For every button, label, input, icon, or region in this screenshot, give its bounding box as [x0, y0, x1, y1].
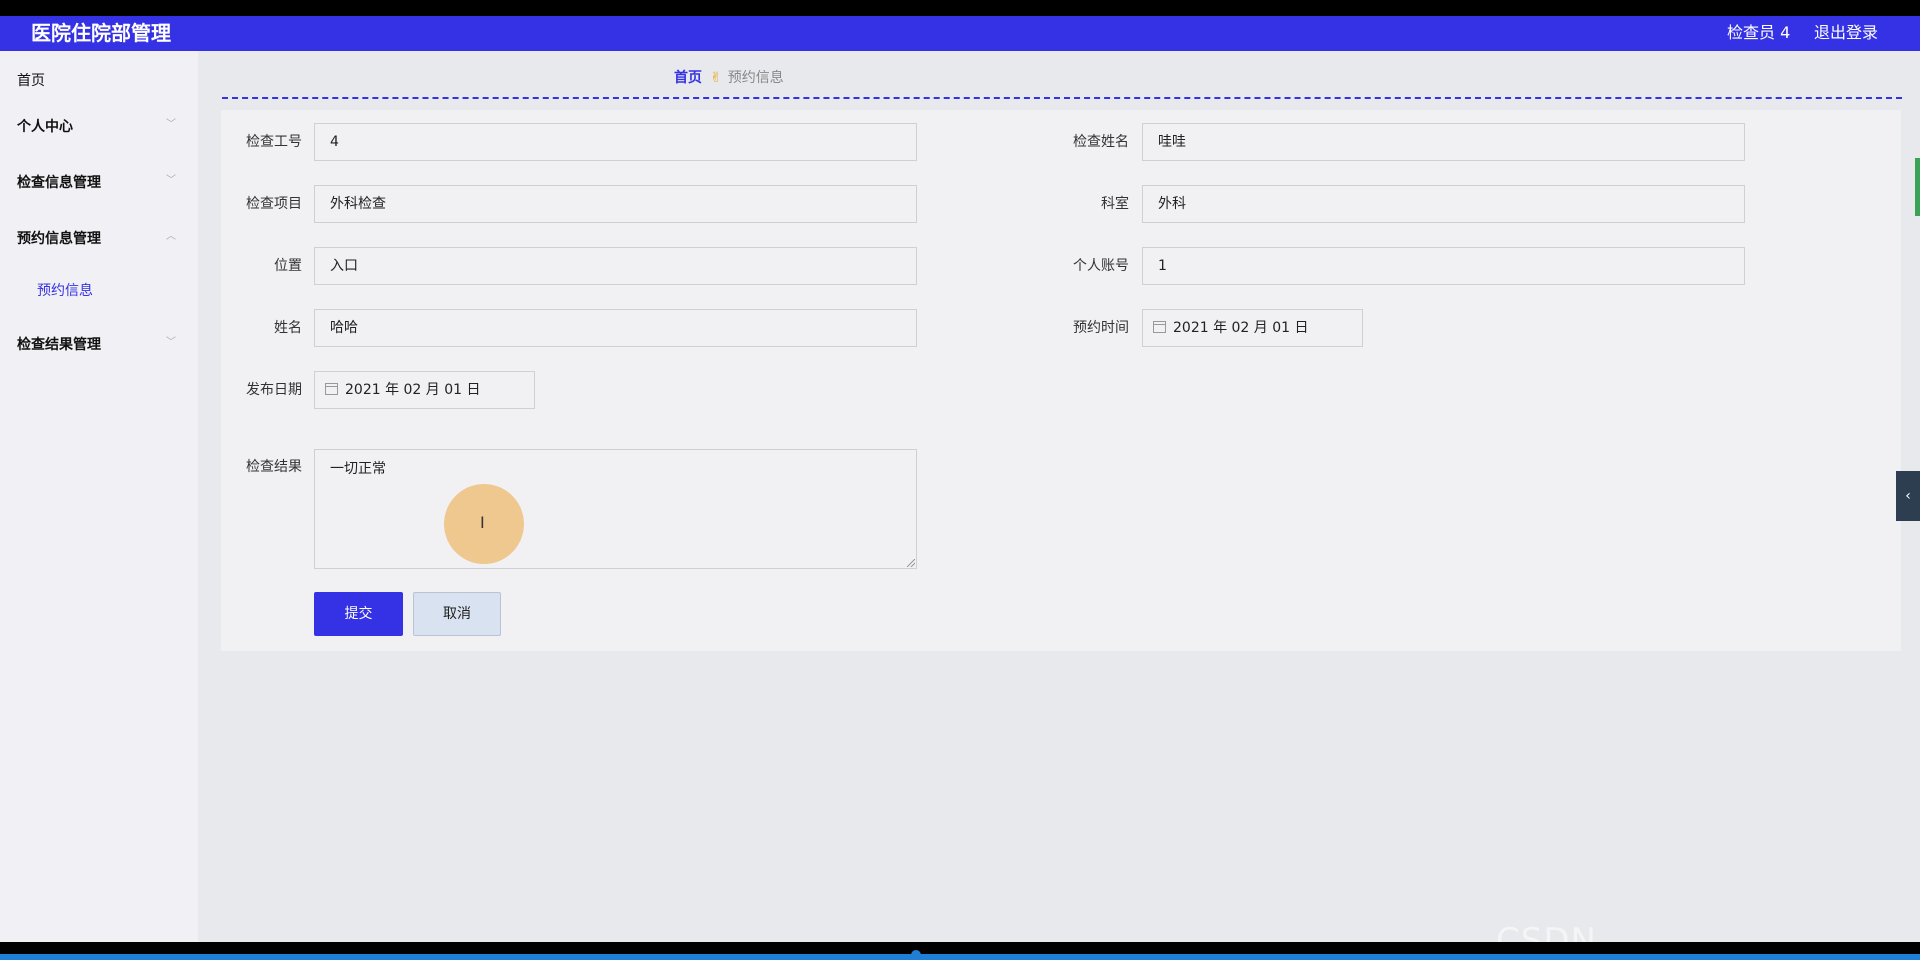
appointment-time-picker[interactable]: 2021 年 02 月 01 日 — [1142, 309, 1363, 347]
calendar-icon — [325, 383, 338, 395]
side-indicator — [1915, 158, 1920, 216]
label-location: 位置 — [274, 258, 302, 274]
check-id-field[interactable]: 4 — [314, 123, 917, 161]
top-bar: 医院住院部管理 检查员 4 退出登录 — [0, 16, 1920, 51]
breadcrumb-home[interactable]: 首页 — [674, 70, 702, 86]
collapse-panel-button[interactable]: ‹ — [1896, 471, 1920, 521]
label-check-name: 检查姓名 — [1073, 134, 1129, 150]
check-name-field[interactable]: 哇哇 — [1142, 123, 1745, 161]
sidebar-item-personal-center[interactable]: 个人中心 — [17, 117, 73, 137]
label-publish-date: 发布日期 — [246, 382, 302, 398]
sidebar-item-check-info[interactable]: 检查信息管理 — [17, 173, 101, 193]
watermark: CSDN @nodejava666666 — [1496, 921, 1597, 942]
label-name: 姓名 — [274, 320, 302, 336]
chevron-down-icon: ﹀ — [166, 337, 176, 348]
account-field[interactable]: 1 — [1142, 247, 1745, 285]
label-result: 检查结果 — [246, 459, 302, 475]
calendar-icon — [1153, 321, 1166, 333]
chevron-down-icon: ﹀ — [166, 119, 176, 130]
label-department: 科室 — [1101, 196, 1129, 212]
location-field[interactable]: 入口 — [314, 247, 917, 285]
submit-button[interactable]: 提交 — [314, 592, 403, 636]
publish-date-value: 2021 年 02 月 01 日 — [345, 382, 481, 398]
divider — [222, 97, 1902, 99]
appointment-time-value: 2021 年 02 月 01 日 — [1173, 320, 1309, 336]
label-check-item: 检查项目 — [246, 196, 302, 212]
sidebar-subitem-appointment[interactable]: 预约信息 — [37, 281, 93, 301]
video-progress-bar[interactable] — [0, 954, 1920, 960]
chevron-up-icon: ︿ — [166, 231, 176, 242]
sidebar-item-home[interactable]: 首页 — [17, 71, 45, 91]
text-cursor-icon: I — [480, 513, 485, 532]
sidebar-item-check-result[interactable]: 检查结果管理 — [17, 335, 101, 355]
label-check-id: 检查工号 — [246, 134, 302, 150]
result-textarea[interactable]: 一切正常 — [314, 449, 917, 569]
check-item-field[interactable]: 外科检查 — [314, 185, 917, 223]
result-text: 一切正常 — [330, 461, 386, 477]
name-field[interactable]: 哈哈 — [314, 309, 917, 347]
label-account: 个人账号 — [1073, 258, 1129, 274]
sidebar: 首页 个人中心 ﹀ 检查信息管理 ﹀ 预约信息管理 ︿ 预约信息 检查结果管理 … — [0, 51, 198, 942]
cancel-button[interactable]: 取消 — [413, 592, 501, 636]
label-appointment-time: 预约时间 — [1073, 320, 1129, 336]
chevron-down-icon: ﹀ — [166, 175, 176, 186]
hand-icon: ✌ — [710, 70, 722, 86]
progress-handle[interactable] — [911, 950, 921, 960]
current-user: 检查员 4 — [1727, 23, 1791, 42]
publish-date-picker[interactable]: 2021 年 02 月 01 日 — [314, 371, 535, 409]
department-field[interactable]: 外科 — [1142, 185, 1745, 223]
sidebar-item-appointment-info[interactable]: 预约信息管理 — [17, 229, 101, 249]
app-window: 医院住院部管理 检查员 4 退出登录 首页 个人中心 ﹀ 检查信息管理 ﹀ 预约… — [0, 16, 1920, 942]
breadcrumb-current: 预约信息 — [727, 70, 784, 86]
resize-handle-icon[interactable] — [907, 559, 915, 567]
logout-link[interactable]: 退出登录 — [1814, 22, 1878, 44]
app-title: 医院住院部管理 — [31, 21, 171, 45]
breadcrumb: 首页 ✌ 预约信息 — [674, 68, 784, 88]
